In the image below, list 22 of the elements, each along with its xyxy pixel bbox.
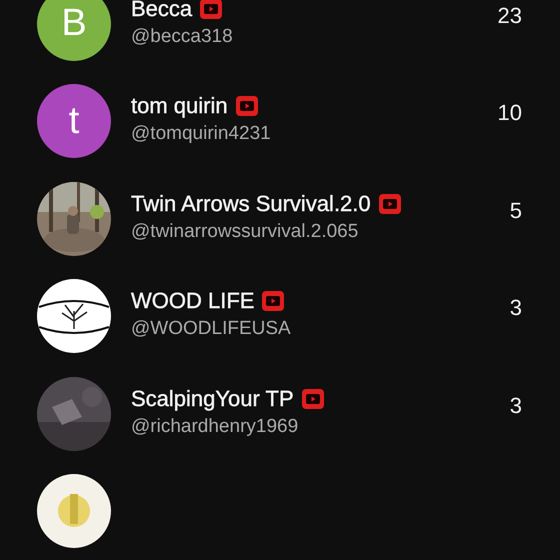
verified-badge-icon xyxy=(236,96,258,116)
comment-count: 3 xyxy=(510,392,522,419)
comment-count: 23 xyxy=(498,2,522,29)
verified-badge-icon xyxy=(302,388,324,409)
avatar[interactable]: B xyxy=(37,0,111,61)
channel-handle: @richardhenry1969 xyxy=(131,416,300,438)
comment-count: 5 xyxy=(510,198,522,224)
comment-count: 3 xyxy=(510,295,522,322)
channel-name: Becca xyxy=(131,0,192,22)
channel-name: Twin Arrows Survival.2.0 xyxy=(131,190,371,217)
channel-name: tom quirin xyxy=(131,93,228,120)
verified-badge-icon xyxy=(378,194,401,214)
channel-name: ScalpingYour TP xyxy=(131,386,294,412)
avatar[interactable]: t xyxy=(37,84,111,158)
verified-badge-icon xyxy=(200,0,222,19)
channel-handle: @becca318 xyxy=(131,26,234,48)
verified-badge-icon xyxy=(262,291,284,312)
channel-name: WOOD LIFE xyxy=(131,288,254,314)
channel-handle: @twinarrowssurvival.2.065 xyxy=(131,220,360,243)
channel-handle: @WOODLIFEUSA xyxy=(131,318,292,340)
comment-count: 10 xyxy=(498,100,522,126)
channel-handle: @tomquirin4231 xyxy=(131,123,272,146)
